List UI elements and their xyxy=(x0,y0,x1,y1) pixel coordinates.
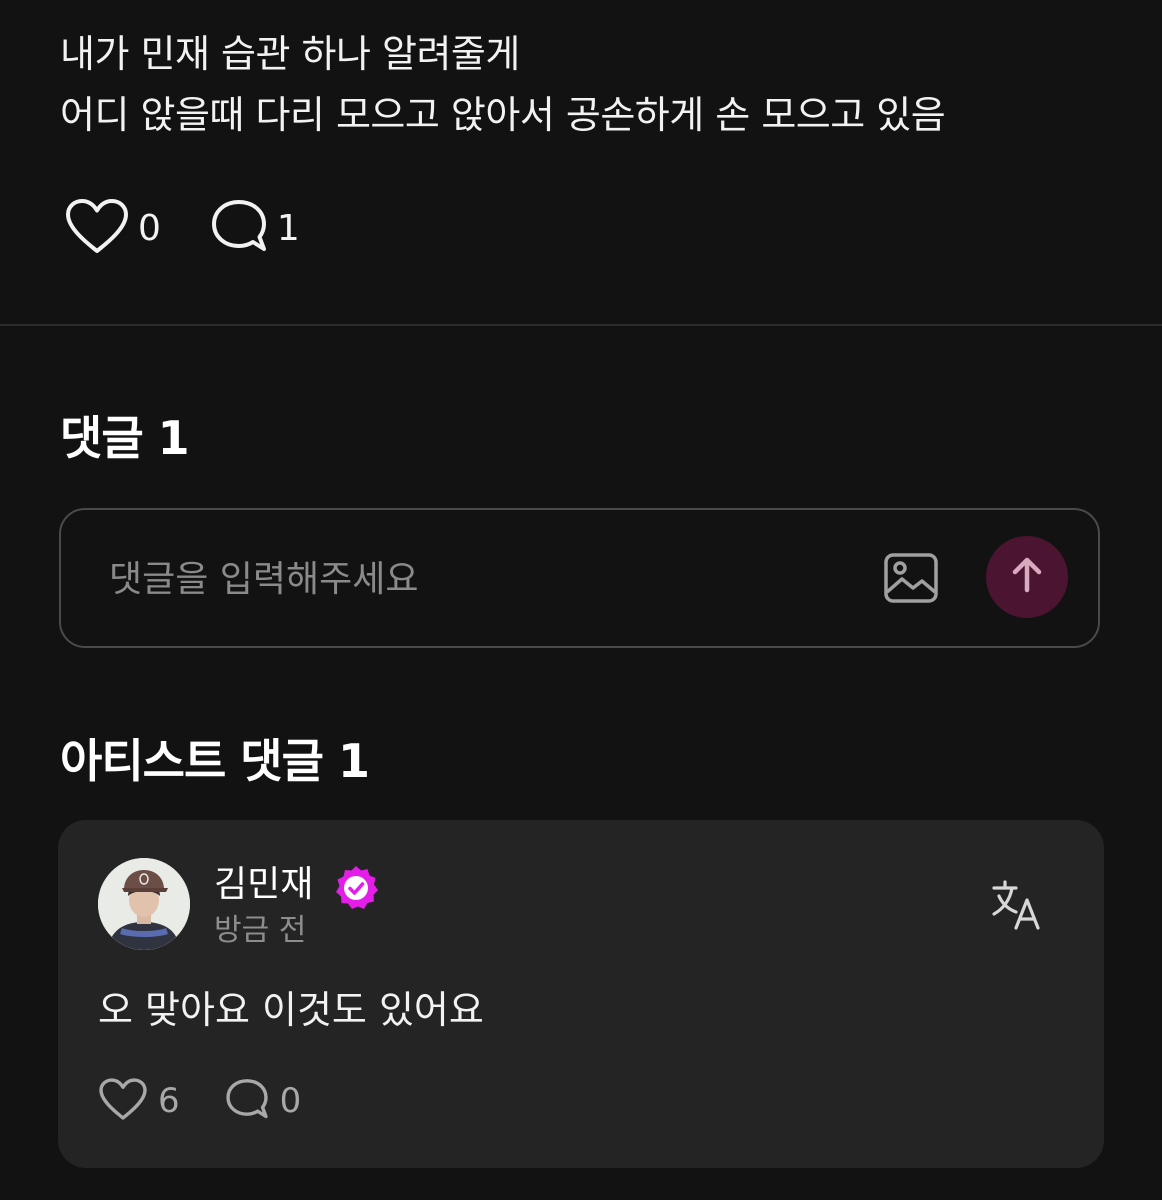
comment-input[interactable] xyxy=(107,550,851,608)
artist-comment-card: 김민재 방금 전 오 맞아요 이것도 있어요 6 0 xyxy=(58,820,1104,1168)
arrow-up-icon xyxy=(1010,556,1044,598)
post-actions: 0 1 xyxy=(64,196,300,260)
comment-like-count: 6 xyxy=(158,1081,180,1121)
comment-like-button[interactable]: 6 xyxy=(98,1077,180,1125)
translate-icon xyxy=(990,880,1046,938)
comment-timestamp: 방금 전 xyxy=(214,913,307,948)
comment-text: 오 맞아요 이것도 있어요 xyxy=(98,988,484,1032)
verified-badge-icon xyxy=(332,864,380,912)
heart-outline-icon xyxy=(64,197,130,259)
speech-bubble-icon xyxy=(209,197,269,259)
translate-button[interactable] xyxy=(990,878,1046,934)
attach-image-button[interactable] xyxy=(883,552,939,604)
avatar[interactable] xyxy=(98,858,190,950)
post-comment-button[interactable]: 1 xyxy=(209,197,300,259)
comment-input-box xyxy=(59,508,1100,648)
heart-outline-icon xyxy=(98,1077,148,1125)
comment-actions: 6 0 xyxy=(98,1076,301,1126)
comments-title: 댓글 1 xyxy=(60,411,190,465)
post-text-line: 어디 앉을때 다리 모으고 앉아서 공손하게 손 모으고 있음 xyxy=(60,93,946,137)
comment-reply-count: 0 xyxy=(279,1081,302,1121)
post-like-count: 0 xyxy=(138,207,161,249)
post-like-button[interactable]: 0 xyxy=(64,197,161,259)
speech-bubble-icon xyxy=(224,1077,270,1125)
section-divider xyxy=(0,324,1162,326)
comment-reply-button[interactable]: 0 xyxy=(224,1077,302,1125)
comment-author-name[interactable]: 김민재 xyxy=(214,862,313,908)
post-text-line: 내가 민재 습관 하나 알려줄게 xyxy=(60,32,520,76)
post-comment-count: 1 xyxy=(276,207,300,249)
send-comment-button[interactable] xyxy=(986,536,1068,618)
image-icon xyxy=(883,553,939,608)
artist-comments-title: 아티스트 댓글 1 xyxy=(60,734,370,788)
post-body: 내가 민재 습관 하나 알려줄게 어디 앉을때 다리 모으고 앉아서 공손하게 … xyxy=(60,30,1120,139)
